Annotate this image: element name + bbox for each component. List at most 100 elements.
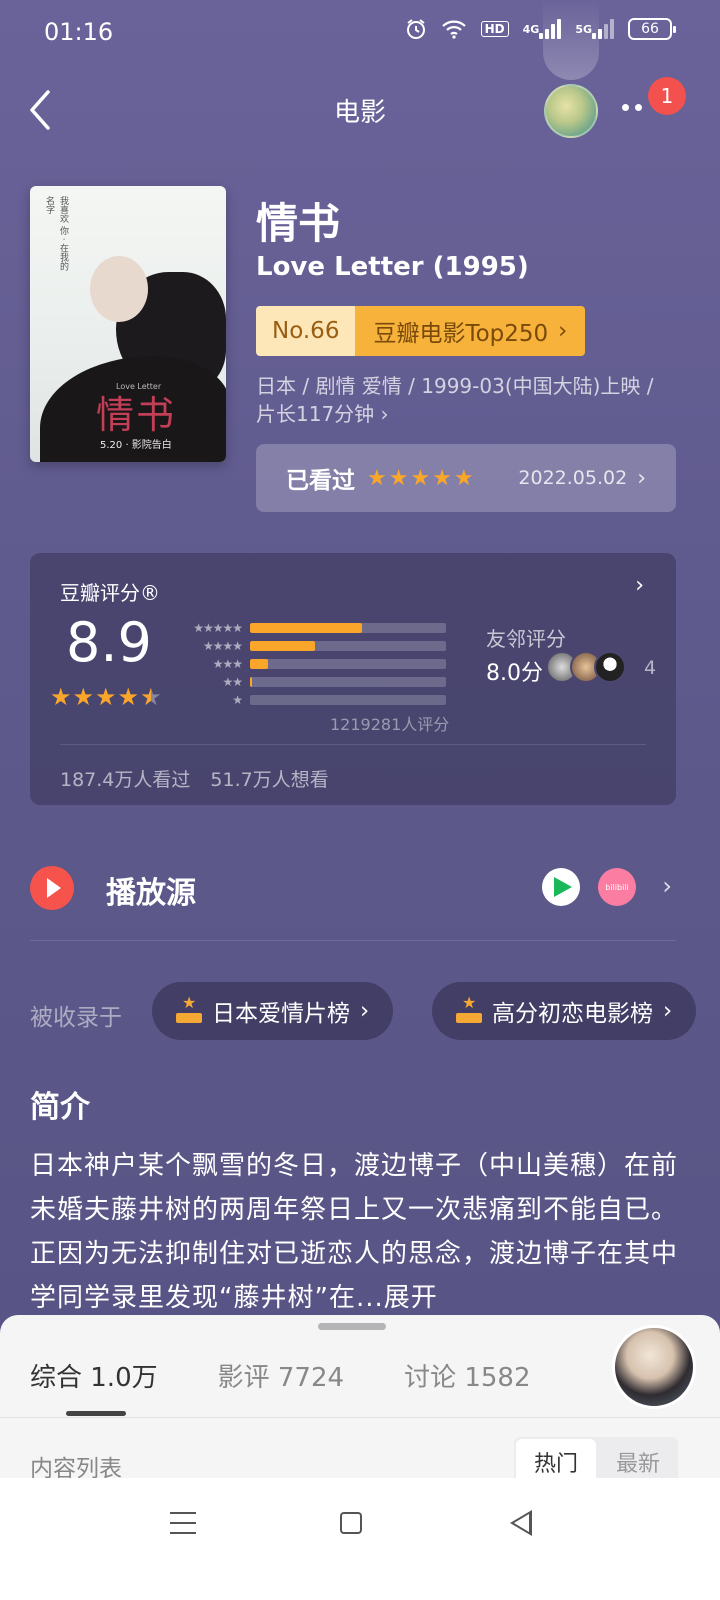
floating-avatar[interactable]: [612, 1325, 696, 1409]
friend-rating-title: 友邻评分: [486, 627, 566, 651]
watched-date: 2022.05.02: [518, 467, 628, 489]
distribution-track: [250, 623, 446, 633]
menu-icon[interactable]: [170, 1512, 196, 1534]
play-icon: [30, 866, 74, 910]
notification-badge: 1: [648, 77, 686, 115]
distribution-track: [250, 677, 446, 687]
tencent-video-icon[interactable]: [542, 868, 580, 906]
drag-handle[interactable]: [318, 1323, 386, 1330]
chevron-right-icon: ›: [360, 998, 370, 1024]
distribution-fill: [250, 677, 252, 687]
watched-count: 187.4万人看过: [60, 769, 191, 791]
star-icon: ★: [367, 465, 387, 491]
poster-tagline: 我喜欢 你 · 在我的名字: [44, 196, 68, 271]
net-label-4g: 4G: [522, 22, 540, 36]
system-nav-bar: [0, 1478, 720, 1600]
hd-badge: HD: [480, 21, 509, 37]
page-title: 电影: [333, 98, 386, 128]
battery-icon: 66: [628, 18, 676, 40]
star-icon: ★: [140, 683, 162, 711]
top250-rank-button[interactable]: No.66 豆瓣电影Top250 ›: [256, 306, 586, 356]
friend-count: 4: [644, 657, 657, 679]
poster-figure-face: [90, 256, 148, 322]
chevron-right-icon: ›: [662, 872, 672, 900]
status-icons: HD 4G 5G 66: [405, 18, 676, 40]
list-chip-japan-romance[interactable]: 日本爱情片榜 ›: [152, 982, 394, 1040]
want-count: 51.7万人想看: [210, 769, 329, 791]
movie-poster[interactable]: 我喜欢 你 · 在我的名字 Love Letter 情书 5.20 · 影院告白: [30, 186, 226, 462]
list-chip-first-love[interactable]: 高分初恋电影榜 ›: [432, 982, 697, 1040]
rank-list-text: 豆瓣电影Top250: [373, 321, 549, 347]
wifi-icon: [441, 19, 467, 39]
meta-line-2: 片长117分钟 ›: [256, 400, 686, 428]
distribution-fill: [250, 641, 315, 651]
chip-label: 日本爱情片榜: [212, 1001, 350, 1027]
top-app-bar: 电影: [0, 70, 720, 150]
movie-meta[interactable]: 日本 / 剧情 爱情 / 1999-03(中国大陆)上映 / 片长117分钟 ›: [256, 372, 686, 428]
avatar-highlight: [543, 0, 599, 80]
tab-overview[interactable]: 综合 1.0万: [30, 1357, 158, 1394]
poster-title-art: 情书: [96, 393, 177, 437]
friend-rating-score: 8.0分: [486, 661, 543, 686]
divider: [0, 1417, 720, 1418]
alarm-icon: [405, 18, 427, 40]
distribution-stars: ★★: [222, 675, 243, 689]
distribution-fill: [250, 659, 268, 669]
movie-title-en: Love Letter (1995): [256, 252, 529, 282]
star-icon: ★: [453, 465, 474, 491]
collected-in-label: 被收录于: [30, 1005, 122, 1031]
distribution-fill: [250, 623, 362, 633]
tab-indicator: [66, 1411, 126, 1416]
chip-label: 高分初恋电影榜: [492, 1001, 653, 1027]
star-icon: ★: [432, 465, 452, 491]
distribution-row: ★: [180, 691, 460, 709]
distribution-row: ★★★★: [180, 637, 460, 655]
distribution-stars: ★★★: [212, 657, 243, 671]
tab-discussion[interactable]: 讨论 1582: [404, 1357, 530, 1394]
rating-count: 1219281人评分: [330, 715, 450, 734]
chevron-right-icon: ›: [635, 573, 644, 598]
douban-rating-card[interactable]: 豆瓣评分® › 8.9 ★ ★ ★ ★ ★ ★★★★★ ★★★★ ★★★ ★★ ★ 121928…: [30, 553, 676, 805]
meta-line-1: 日本 / 剧情 爱情 / 1999-03(中国大陆)上映 /: [256, 374, 654, 398]
friend-avatar: [594, 651, 626, 683]
status-time: 01:16: [44, 18, 114, 46]
rating-distribution: ★★★★★ ★★★★ ★★★ ★★ ★: [180, 619, 460, 709]
star-icon: ★: [72, 683, 95, 711]
distribution-row: ★★★★★: [180, 619, 460, 637]
distribution-stars: ★: [232, 693, 243, 707]
distribution-track: [250, 695, 446, 705]
distribution-row: ★★: [180, 673, 460, 691]
chevron-right-icon: ›: [663, 998, 673, 1024]
rating-title: 豆瓣评分®: [60, 581, 160, 605]
distribution-row: ★★★: [180, 655, 460, 673]
tab-reviews[interactable]: 影评 7724: [218, 1357, 344, 1394]
status-bar: 01:16 HD 4G 5G 66: [0, 0, 720, 64]
user-avatar[interactable]: [544, 84, 598, 138]
watched-status-button[interactable]: 已看过 ★ ★ ★ ★ ★ 2022.05.02 ›: [256, 444, 676, 512]
rank-number: No.66: [256, 306, 356, 356]
bilibili-icon[interactable]: bilibili: [598, 868, 636, 906]
star-icon: ★: [95, 683, 117, 711]
play-source-row[interactable]: 播放源 bilibili ›: [30, 860, 676, 916]
sheet-tabs: 综合 1.0万 影评 7724 讨论 1582: [30, 1357, 531, 1394]
friend-avatars[interactable]: [546, 651, 626, 683]
chevron-right-icon: ›: [558, 318, 568, 344]
divider: [30, 940, 676, 941]
synopsis-text[interactable]: 日本神户某个飘雪的冬日，渡边博子（中山美穗）在前未婚夫藤井树的两周年祭日上又一次…: [30, 1144, 682, 1320]
back-triangle-icon[interactable]: [510, 1510, 532, 1536]
star-icon: ★: [50, 683, 72, 711]
chevron-right-icon: ›: [637, 465, 646, 491]
poster-date: 5.20 · 影院告白: [100, 440, 172, 451]
star-icon: ★: [388, 465, 409, 491]
watched-rating-stars: ★ ★ ★ ★ ★: [367, 466, 474, 491]
home-icon[interactable]: [340, 1512, 362, 1534]
play-source-label: 播放源: [106, 876, 196, 911]
watched-label: 已看过: [286, 468, 355, 494]
trophy-icon: [176, 993, 202, 1023]
rating-score: 8.9: [66, 611, 152, 674]
synopsis-title: 简介: [30, 1090, 90, 1125]
rating-stars: ★ ★ ★ ★ ★: [50, 683, 162, 711]
divider: [60, 744, 646, 745]
movie-title-cn: 情书: [256, 199, 341, 248]
runtime-text: 片长117分钟: [256, 402, 375, 426]
